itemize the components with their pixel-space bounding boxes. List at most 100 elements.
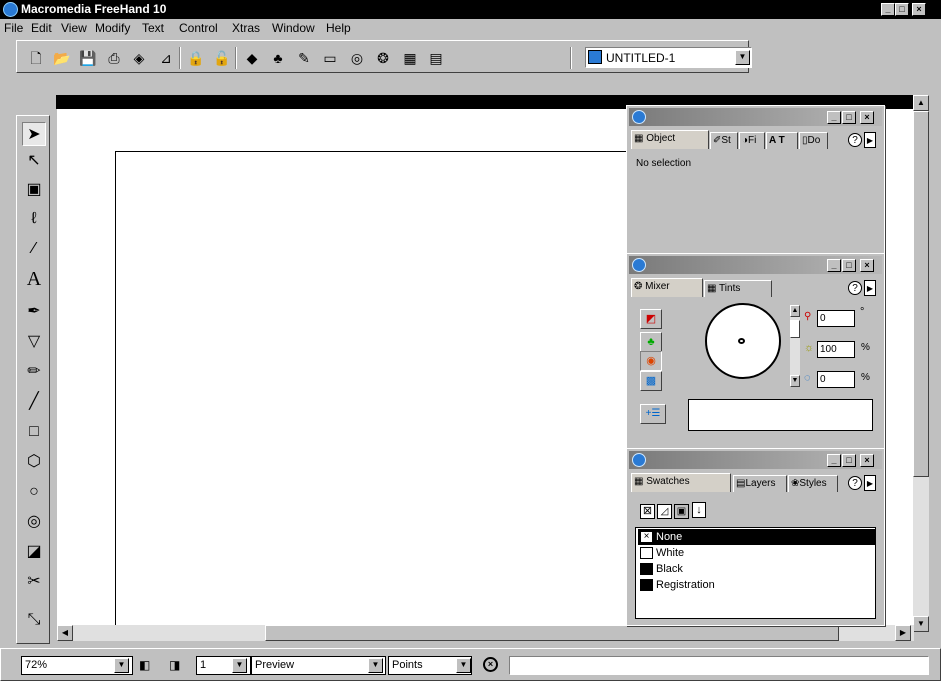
scroll-up-arrow-icon[interactable]: ▲ bbox=[913, 95, 929, 111]
bezigon-tool-icon[interactable]: ▽ bbox=[22, 330, 46, 354]
close-button[interactable]: × bbox=[912, 3, 926, 16]
tab-tints[interactable]: ▦ Tints bbox=[704, 280, 772, 297]
hls-mode-icon[interactable]: ◉ bbox=[640, 351, 662, 371]
scale-tool-icon[interactable]: ⤡ bbox=[22, 608, 46, 630]
view-mode-select[interactable]: Preview bbox=[251, 656, 386, 675]
maximize-button[interactable]: □ bbox=[895, 3, 909, 16]
publish-icon[interactable]: ◎ bbox=[348, 49, 366, 67]
pencil-tool-icon[interactable]: ✏ bbox=[22, 360, 46, 384]
fill-swatch-icon[interactable]: ⊠ bbox=[640, 504, 655, 519]
ellipse-tool-icon[interactable]: ○ bbox=[22, 480, 46, 504]
menu-edit[interactable]: Edit bbox=[31, 21, 52, 35]
menu-control[interactable]: Control bbox=[179, 21, 218, 35]
panel-menu-arrow-icon[interactable]: ▶ bbox=[864, 132, 876, 148]
tab-text[interactable]: A T bbox=[766, 132, 798, 149]
polygon-tool-icon[interactable]: ⬡ bbox=[22, 450, 46, 474]
chevron-down-icon[interactable]: ▼ bbox=[735, 50, 750, 65]
zoom-tool-icon[interactable]: ◪ bbox=[22, 540, 46, 564]
menu-help[interactable]: Help bbox=[326, 21, 351, 35]
menu-modify[interactable]: Modify bbox=[95, 21, 130, 35]
horizontal-scroll-thumb[interactable] bbox=[265, 625, 839, 641]
tab-mixer[interactable]: ❂ Mixer bbox=[631, 278, 703, 297]
pointer-tool-icon[interactable]: ➤ bbox=[22, 122, 46, 146]
color-wheel[interactable] bbox=[705, 303, 781, 379]
panel-minimize-button[interactable]: _ bbox=[827, 259, 841, 272]
tab-stroke[interactable]: ✐St bbox=[710, 132, 738, 149]
saturation-input[interactable]: 0 bbox=[817, 371, 855, 388]
system-color-icon[interactable]: ▩ bbox=[640, 371, 662, 391]
chevron-down-icon[interactable]: ▼ bbox=[114, 658, 129, 673]
panel-close-button[interactable]: × bbox=[860, 111, 874, 124]
vertical-scroll-thumb[interactable] bbox=[913, 111, 929, 477]
list-item[interactable]: Black bbox=[638, 561, 875, 577]
vertical-scrollbar[interactable]: ▲ ▼ bbox=[913, 95, 929, 632]
tab-fill[interactable]: ◑Fi bbox=[739, 132, 765, 149]
panel-menu-arrow-icon[interactable]: ▶ bbox=[864, 280, 876, 296]
menu-window[interactable]: Window bbox=[272, 21, 315, 35]
lightness-slider[interactable]: ▲ ▼ bbox=[790, 305, 800, 387]
list-item[interactable]: Registration bbox=[638, 577, 875, 593]
rgb-mode-icon[interactable]: ♣ bbox=[640, 332, 662, 352]
both-swatch-icon[interactable]: ▣ bbox=[674, 504, 689, 519]
minimize-button[interactable]: _ bbox=[881, 3, 895, 16]
panel-title-bar[interactable]: _ □ × bbox=[629, 451, 882, 469]
panel-maximize-button[interactable]: □ bbox=[842, 454, 856, 467]
scroll-right-arrow-icon[interactable]: ▶ bbox=[895, 625, 911, 641]
new-icon[interactable]: 🗋 bbox=[27, 49, 45, 67]
color-wheel-marker[interactable] bbox=[738, 338, 745, 344]
cmyk-mode-icon[interactable]: ◩ bbox=[640, 309, 662, 329]
panel-title-bar[interactable]: _ □ × bbox=[629, 108, 882, 126]
tab-document[interactable]: ▯Do bbox=[799, 132, 828, 149]
menu-xtras[interactable]: Xtras bbox=[232, 21, 260, 35]
spiral-tool-icon[interactable]: ◎ bbox=[22, 510, 46, 534]
tab-swatches[interactable]: ▦ Swatches bbox=[631, 473, 731, 492]
lock-icon[interactable]: 🔒 bbox=[187, 49, 205, 67]
hue-input[interactable]: 0 bbox=[817, 310, 855, 327]
swatch-menu-arrow-icon[interactable]: ↓ bbox=[692, 502, 706, 518]
scroll-left-arrow-icon[interactable]: ◀ bbox=[57, 625, 73, 641]
menu-view[interactable]: View bbox=[61, 21, 87, 35]
lightness-input[interactable]: 100 bbox=[817, 341, 855, 358]
panel-menu-arrow-icon[interactable]: ▶ bbox=[864, 475, 876, 491]
document-page[interactable] bbox=[115, 151, 635, 631]
list-item[interactable]: White bbox=[638, 545, 875, 561]
help-icon[interactable]: ? bbox=[848, 133, 862, 147]
panel-close-button[interactable]: × bbox=[860, 454, 874, 467]
panel-minimize-button[interactable]: _ bbox=[827, 111, 841, 124]
print-icon[interactable]: ⊿ bbox=[157, 49, 175, 67]
text-editor-icon[interactable]: ✎ bbox=[295, 49, 313, 67]
slider-down-arrow-icon[interactable]: ▼ bbox=[790, 375, 800, 387]
slider-up-arrow-icon[interactable]: ▲ bbox=[790, 305, 800, 317]
color-preview-well[interactable] bbox=[688, 399, 873, 431]
next-page-icon[interactable]: ◨ bbox=[169, 658, 180, 672]
lasso-tool-icon[interactable]: ℓ bbox=[22, 207, 46, 231]
panel-close-button[interactable]: × bbox=[860, 259, 874, 272]
panel-minimize-button[interactable]: _ bbox=[827, 454, 841, 467]
chevron-down-icon[interactable]: ▼ bbox=[232, 658, 247, 673]
help-icon[interactable]: ? bbox=[848, 281, 862, 295]
add-to-swatches-icon[interactable]: +☰ bbox=[640, 404, 666, 424]
knife-tool-icon[interactable]: ✂ bbox=[22, 570, 46, 594]
tab-layers[interactable]: ▤Layers bbox=[733, 475, 787, 492]
text-tool-icon[interactable]: A bbox=[22, 267, 46, 291]
scroll-down-arrow-icon[interactable]: ▼ bbox=[913, 616, 929, 632]
ungroup-icon[interactable]: ♣ bbox=[269, 49, 287, 67]
save-icon[interactable]: 💾 bbox=[79, 49, 97, 67]
menu-text[interactable]: Text bbox=[142, 21, 164, 35]
panel-maximize-button[interactable]: □ bbox=[842, 259, 856, 272]
line-tool-icon[interactable]: ╱ bbox=[22, 390, 46, 414]
document-select[interactable]: UNTITLED-1 ▼ bbox=[585, 47, 752, 68]
group-icon[interactable]: ◆ bbox=[243, 49, 261, 67]
stroke-swatch-icon[interactable]: ◿ bbox=[657, 504, 672, 519]
previous-page-icon[interactable]: ◧ bbox=[139, 658, 150, 672]
rectangle-tool-icon[interactable]: □ bbox=[22, 420, 46, 444]
help-icon[interactable]: ? bbox=[848, 476, 862, 490]
list-item[interactable]: × None bbox=[638, 529, 875, 545]
color-mixer-icon[interactable]: ❂ bbox=[374, 49, 392, 67]
horizontal-scrollbar[interactable]: ◀ ▶ bbox=[57, 625, 914, 641]
panel-title-bar[interactable]: _ □ × bbox=[629, 256, 882, 274]
pen-tool-icon[interactable]: ✒ bbox=[22, 300, 46, 324]
import-icon[interactable]: ⎙ bbox=[105, 49, 123, 67]
freehand-app-icon[interactable] bbox=[3, 2, 18, 17]
export-icon[interactable]: ◈ bbox=[130, 49, 148, 67]
